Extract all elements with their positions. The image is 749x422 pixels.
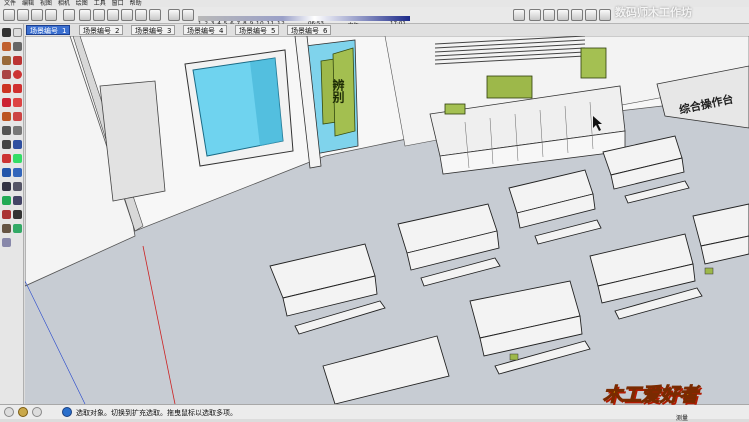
user-icon[interactable] xyxy=(32,407,42,417)
eraser-tool-icon[interactable] xyxy=(13,28,22,37)
push-pull-tool-icon[interactable] xyxy=(2,84,11,93)
left-view-icon[interactable] xyxy=(135,9,147,21)
help-icon[interactable] xyxy=(62,407,72,417)
tab-scene-6[interactable]: 场景编号 6 xyxy=(287,25,332,35)
green-box-3 xyxy=(444,103,466,115)
text-tool-icon[interactable] xyxy=(13,140,22,149)
protractor-tool-icon[interactable] xyxy=(2,140,11,149)
menu-help[interactable]: 帮助 xyxy=(130,0,142,7)
position-camera-tool-icon[interactable] xyxy=(2,210,11,219)
menu-view[interactable]: 视图 xyxy=(40,0,52,7)
tab-label: 场景编号 xyxy=(291,27,319,35)
top-view-icon[interactable] xyxy=(79,9,91,21)
move-tool-icon[interactable] xyxy=(13,84,22,93)
watermark: 数码师木工作坊 xyxy=(615,6,692,19)
bottom-view-icon[interactable] xyxy=(149,9,161,21)
right-view-icon[interactable] xyxy=(107,9,119,21)
tab-label: 场景编号 xyxy=(135,27,163,35)
tab-label: 场景编号 xyxy=(239,27,267,35)
follow-me-tool-icon[interactable] xyxy=(13,98,22,107)
scale-tool-icon[interactable] xyxy=(2,112,11,121)
previous-view-tool-icon[interactable] xyxy=(13,196,22,205)
banner-text: 辨别 xyxy=(331,78,345,104)
modeling-viewport[interactable]: 辨别 综合操作台 xyxy=(25,36,749,404)
tab-scene-2[interactable]: 场景编号 2 xyxy=(79,25,124,35)
section-tool-icon[interactable] xyxy=(13,224,22,233)
tab-scene-1[interactable]: 场景编号 1 xyxy=(26,25,71,35)
solid-icon[interactable] xyxy=(585,9,597,21)
tab-number: 1 xyxy=(62,27,67,35)
scene-tabs: 场景编号 1 场景编号 2 场景编号 3 场景编号 4 场景编号 5 场景编号 6 xyxy=(24,24,749,36)
home-icon[interactable] xyxy=(571,9,583,21)
tab-label: 场景编号 xyxy=(83,27,111,35)
rotate-tool-icon[interactable] xyxy=(2,98,11,107)
zoom-extents-tool-icon[interactable] xyxy=(2,196,11,205)
pan-tool-icon[interactable] xyxy=(13,168,22,177)
scroll-handle-icon[interactable] xyxy=(2,238,11,247)
zoom-tool-icon[interactable] xyxy=(2,182,11,191)
select-arrow-icon[interactable] xyxy=(3,9,15,21)
measurement-label: 测量 xyxy=(676,415,689,422)
component-tool-icon[interactable] xyxy=(2,42,11,51)
axes-tool-icon[interactable] xyxy=(2,154,11,163)
camera-icon[interactable] xyxy=(17,9,29,21)
tab-number: 5 xyxy=(271,27,276,35)
brand-logo-text: 木工爱好者 xyxy=(602,384,699,407)
vise-1 xyxy=(509,353,519,361)
tab-scene-3[interactable]: 场景编号 3 xyxy=(131,25,176,35)
scene-canvas[interactable]: 辨别 综合操作台 xyxy=(25,36,749,404)
tab-number: 3 xyxy=(167,27,172,35)
menu-edit[interactable]: 编辑 xyxy=(22,0,34,7)
3d-text-tool-icon[interactable] xyxy=(13,154,22,163)
back-view-icon[interactable] xyxy=(121,9,133,21)
shadow-settings-icon[interactable] xyxy=(168,9,180,21)
vise-2 xyxy=(704,267,714,275)
orbit-icon[interactable] xyxy=(513,9,525,21)
tab-scene-5[interactable]: 场景编号 5 xyxy=(235,25,280,35)
credits-icon[interactable] xyxy=(18,407,28,417)
look-around-tool-icon[interactable] xyxy=(2,224,11,233)
walk-tool-icon[interactable] xyxy=(13,210,22,219)
section-plane-icon[interactable] xyxy=(557,9,569,21)
dimension-tool-icon[interactable] xyxy=(13,126,22,135)
tape-measure-tool-icon[interactable] xyxy=(2,126,11,135)
tab-number: 6 xyxy=(323,27,328,35)
house-icon[interactable] xyxy=(543,9,555,21)
green-box-1 xyxy=(486,75,533,99)
zoom-window-tool-icon[interactable] xyxy=(13,182,22,191)
menu-draw[interactable]: 绘图 xyxy=(76,0,88,7)
arc-tool-icon[interactable] xyxy=(13,56,22,65)
geo-location-icon[interactable] xyxy=(4,407,14,417)
tab-number: 2 xyxy=(115,27,120,35)
status-hint: 选取对象。切换到扩充选取。拖曳鼠标以选取多项。 xyxy=(76,409,237,417)
tool-palette xyxy=(0,24,24,404)
menu-window[interactable]: 窗口 xyxy=(112,0,124,7)
component-icon[interactable] xyxy=(31,9,43,21)
paint-bucket-icon[interactable] xyxy=(45,9,57,21)
iso-view-icon[interactable] xyxy=(63,9,75,21)
front-view-icon[interactable] xyxy=(93,9,105,21)
line-tool-icon[interactable] xyxy=(2,56,11,65)
pushpin-icon[interactable] xyxy=(599,9,611,21)
select-tool-icon[interactable] xyxy=(2,28,11,37)
tab-label: 场景编号 xyxy=(30,27,58,35)
menu-camera[interactable]: 相机 xyxy=(58,0,70,7)
tab-number: 4 xyxy=(219,27,224,35)
offset-tool-icon[interactable] xyxy=(13,112,22,121)
circle-tool-icon[interactable] xyxy=(13,70,22,79)
shadow-toggle-icon[interactable] xyxy=(182,9,194,21)
menu-file[interactable]: 文件 xyxy=(4,0,16,7)
tab-scene-4[interactable]: 场景编号 4 xyxy=(183,25,228,35)
orbit-tool-icon[interactable] xyxy=(2,168,11,177)
menu-tools[interactable]: 工具 xyxy=(94,0,106,7)
tab-label: 场景编号 xyxy=(187,27,215,35)
green-box-2 xyxy=(580,47,607,79)
pencil-tool-icon[interactable] xyxy=(13,42,22,51)
rectangle-tool-icon[interactable] xyxy=(2,70,11,79)
brand-logo: 木工爱好者 xyxy=(602,380,723,410)
walk-icon[interactable] xyxy=(529,9,541,21)
